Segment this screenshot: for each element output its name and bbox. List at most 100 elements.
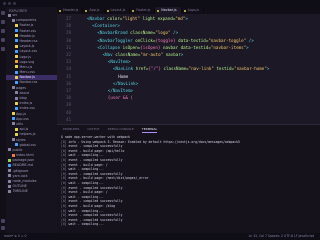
tree-item-label: utils <box>16 121 23 126</box>
source-control-icon[interactable] <box>1 29 5 33</box>
tree-item-label: index.html <box>16 153 34 158</box>
tree-item-label: .gitignore <box>12 168 29 173</box>
tree-item-label: Logo.svg <box>19 59 35 64</box>
file-icon <box>15 23 18 27</box>
status-left[interactable]: main* ⊗ 0 ⚠ 0 <box>4 233 27 240</box>
code-token: "light" <box>122 16 143 21</box>
file-icon <box>15 106 18 110</box>
tree-item-label: blog <box>19 96 27 100</box>
file-icon <box>11 138 15 141</box>
code-token: {"/"} <box>148 66 164 72</box>
tree-item-label: Menu.css <box>19 70 35 75</box>
terminal-text: wait - compiling... <box>68 180 104 185</box>
terminal-text: event - compiled successfully <box>68 217 123 222</box>
editor-tab[interactable]: Navbar.js <box>155 7 182 14</box>
code-token: className= <box>115 52 141 57</box>
tree-item-label: styles <box>16 137 26 142</box>
file-icon <box>15 91 18 95</box>
code-token: color= <box>107 16 123 21</box>
file-icon <box>8 158 11 162</box>
file-icon <box>15 44 18 48</box>
panel-tab[interactable]: OUTPUT <box>87 125 99 133</box>
account-icon[interactable] <box>1 219 5 223</box>
file-icon <box>8 179 11 183</box>
line-number: 34 <box>65 66 71 72</box>
tree-item-label: Footer.js <box>19 23 34 28</box>
tab-label: Logo.js <box>187 8 200 12</box>
code-token: <Collapse <box>97 44 123 50</box>
code-editor[interactable]: 27 <Navbar color="light" light expand="md… <box>57 14 320 124</box>
line-number: 41 <box>65 116 71 122</box>
code-text: </NavItem> <box>108 87 133 94</box>
window-controls[interactable] <box>3 2 16 5</box>
editor-tab[interactable]: Logo.js <box>182 7 205 14</box>
file-icon <box>15 34 18 38</box>
file-tree: src components Footer.js Footer.css Header.j… <box>6 13 57 195</box>
terminal-text: info - Using webpack 5. Reason: Enabled … <box>68 139 240 144</box>
file-icon <box>8 148 11 152</box>
debug-icon[interactable] <box>1 38 5 42</box>
code-token: className= <box>163 66 189 72</box>
line-number: 27 <box>65 16 71 21</box>
gear-icon[interactable] <box>1 226 5 230</box>
code-token: "navbar-items" <box>210 44 247 50</box>
tree-item-label: Menu.js <box>19 64 33 69</box>
tree-item[interactable]: TIMELINE <box>6 189 57 194</box>
code-token: <Container> <box>92 23 120 29</box>
editor-tab[interactable]: Footer.js <box>130 7 156 14</box>
code-token: "nav-link" <box>188 66 217 72</box>
code-line: 35 Home <box>57 73 320 80</box>
tree-item-label: global.css <box>19 142 36 147</box>
file-icon <box>15 132 18 136</box>
panel-tab[interactable]: DEBUG CONSOLE <box>108 125 134 133</box>
js-file-icon <box>183 9 186 12</box>
file-icon <box>15 127 18 131</box>
tree-item-label: node_modules <box>12 179 37 183</box>
code-token: <NavbarBrand <box>97 30 131 36</box>
code-line: 34 <NavLink href={"/"} className="nav-lin… <box>57 65 320 72</box>
line-number: 36 <box>65 80 71 86</box>
search-icon[interactable] <box>1 20 5 24</box>
editor-tab[interactable]: Layout.js <box>105 7 131 14</box>
code-text: </NavLink> <box>113 80 138 87</box>
file-icon <box>8 189 11 193</box>
code-token: </NavLink> <box>113 80 139 86</box>
file-icon <box>11 117 15 121</box>
code-token: "navbar-home" <box>234 66 267 72</box>
panel-tab[interactable]: TERMINAL <box>141 125 158 133</box>
explorer-icon[interactable] <box>1 11 5 15</box>
code-token: <NavItem> <box>107 59 131 65</box>
js-file-icon <box>132 9 135 12</box>
js-file-icon <box>59 9 61 12</box>
tree-item-label: src <box>12 13 18 17</box>
code-token: <Nav <box>102 52 116 57</box>
terminal-text: $ node app-server-worker with webpack <box>61 135 130 139</box>
code-token: Home <box>118 73 129 79</box>
code-token: /> <box>246 37 254 43</box>
panel-tabs: PROBLEMS OUTPUT DEBUG CONSOLE TERMINAL <box>57 125 320 133</box>
code-token: light expand= <box>142 16 176 21</box>
tree-item-label: package.json <box>12 158 35 163</box>
terminal-text: event - build page: / <box>68 190 108 195</box>
tree-item-label: App.js <box>16 111 27 116</box>
code-token: > <box>185 16 188 21</box>
extensions-icon[interactable] <box>1 47 5 51</box>
panel-tab[interactable]: PROBLEMS <box>63 125 79 133</box>
tab-label: App.js <box>89 8 100 12</box>
file-icon <box>8 174 11 178</box>
terminal-text: wait - compiling... <box>68 194 104 199</box>
code-text: <Nav className="mr-auto" navbar> <box>103 51 184 58</box>
terminal-text: event - compiled successfully <box>68 213 123 218</box>
tab-label: Footer.js <box>136 8 151 12</box>
editor-tab[interactable]: Header.js <box>57 7 84 14</box>
tree-item-label: yarn.lock <box>12 173 28 178</box>
tree-item-label: about <box>19 90 30 95</box>
status-right[interactable]: Ln 32, Col 7 Spaces: 2 UTF-8 LF JavaScri… <box>249 233 314 240</box>
code-token: navbar data-testid= <box>162 44 211 50</box>
terminal-output[interactable]: $ node app-server-worker with webpack [0]… <box>61 135 316 227</box>
editor-tab[interactable]: App.js <box>83 7 105 14</box>
code-line: 39 <box>57 101 320 108</box>
tree-item-label: public <box>12 147 23 152</box>
editor-tabs: Header.js App.js Layout.js Footer.js Navbar.… <box>57 7 320 14</box>
file-icon <box>11 153 15 157</box>
